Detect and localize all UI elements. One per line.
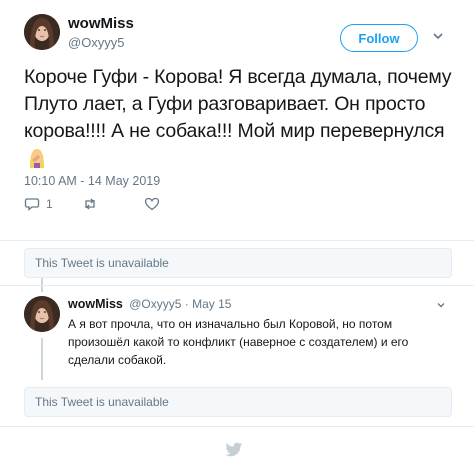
reply-text: А я вот прочла, что он изначально был Ко… (68, 317, 409, 367)
retweet-button[interactable] (82, 196, 104, 212)
unavailable-text: This Tweet is unavailable (35, 395, 169, 409)
tweet-text-content: Короче Гуфи - Корова! Я всегда думала, п… (24, 66, 452, 142)
reply-avatar[interactable] (24, 296, 60, 332)
unavailable-tweet-box: This Tweet is unavailable (24, 387, 452, 417)
unavailable-text: This Tweet is unavailable (35, 256, 169, 270)
heart-icon (144, 197, 160, 211)
divider (0, 426, 474, 427)
follow-button[interactable]: Follow (340, 24, 418, 52)
main-tweet: wowMiss @Oxyyy5 Follow Короче Гуфи - Кор… (0, 0, 474, 240)
avatar[interactable] (24, 14, 60, 50)
timestamp[interactable]: 10:10 AM - 14 May 2019 (24, 174, 160, 188)
chevron-down-icon[interactable] (436, 300, 446, 310)
display-name[interactable]: wowMiss (68, 15, 134, 32)
reply-icon (24, 198, 40, 211)
retweet-icon (85, 198, 95, 210)
thread-line (41, 338, 43, 380)
unavailable-tweet-box: This Tweet is unavailable (24, 248, 452, 278)
divider (0, 285, 474, 286)
reply-meta[interactable]: @Oxyyy5 · May 15 (129, 297, 231, 311)
tweet-text: Короче Гуфи - Корова! Я всегда думала, п… (24, 64, 454, 172)
chevron-down-icon[interactable] (432, 30, 444, 42)
twitter-bird-icon[interactable] (225, 442, 243, 458)
reply-display-name[interactable]: wowMiss (68, 297, 123, 311)
reply-button[interactable]: 1 (24, 196, 53, 212)
reply-count: 1 (46, 197, 53, 211)
woman-facepalming-icon (30, 149, 44, 168)
reply-header: wowMiss @Oxyyy5 · May 15 (68, 297, 231, 311)
handle[interactable]: @Oxyyy5 (68, 35, 125, 50)
like-button[interactable] (144, 196, 166, 212)
divider (0, 240, 474, 241)
